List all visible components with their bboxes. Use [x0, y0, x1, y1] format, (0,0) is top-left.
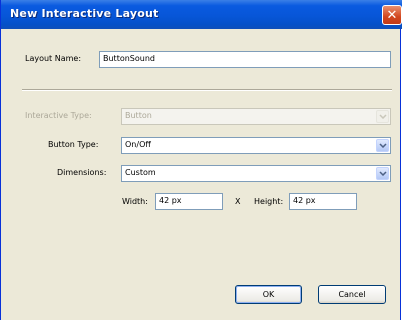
dimensions-dropdown[interactable] — [376, 167, 389, 180]
width-input[interactable]: 42 px — [155, 193, 223, 210]
dialog-window: New Interactive Layout ✕ Layout Name: Bu… — [0, 0, 402, 320]
layout-name-input[interactable]: ButtonSound — [99, 51, 391, 68]
height-input[interactable]: 42 px — [289, 193, 357, 210]
dimension-x-label: X — [235, 197, 241, 206]
button-type-select[interactable]: On/Off — [121, 137, 391, 154]
layout-name-label: Layout Name: — [25, 54, 82, 63]
width-label: Width: — [122, 197, 148, 206]
button-type-value: On/Off — [125, 140, 151, 149]
close-button[interactable]: ✕ — [382, 5, 402, 25]
cancel-button[interactable]: Cancel — [318, 285, 386, 304]
section-divider — [22, 89, 392, 91]
dimensions-value: Custom — [125, 168, 156, 177]
button-type-label: Button Type: — [48, 140, 99, 149]
interactive-type-dropdown — [376, 110, 389, 123]
chevron-down-icon — [378, 114, 387, 119]
chevron-down-icon — [378, 143, 387, 148]
ok-button[interactable]: OK — [235, 285, 302, 304]
dialog-title: New Interactive Layout — [10, 7, 159, 20]
chevron-down-icon — [378, 171, 387, 176]
dimensions-label: Dimensions: — [57, 168, 107, 177]
title-bar[interactable]: New Interactive Layout ✕ — [1, 0, 402, 29]
interactive-type-value: Button — [125, 111, 152, 120]
close-icon: ✕ — [386, 7, 398, 23]
dimensions-select[interactable]: Custom — [121, 165, 391, 182]
interactive-type-select: Button — [121, 108, 391, 125]
interactive-type-label: Interactive Type: — [25, 111, 92, 120]
height-label: Height: — [254, 197, 284, 206]
button-type-dropdown[interactable] — [376, 139, 389, 152]
